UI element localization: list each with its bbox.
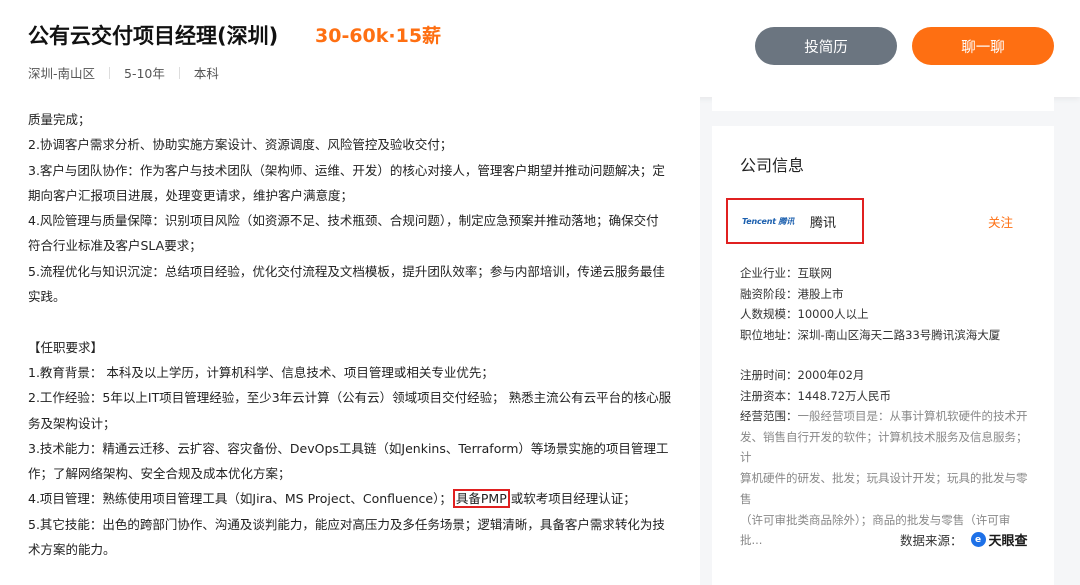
job-experience: 5-10年 [124, 66, 165, 81]
scope-line: 经营范围：一般经营项目是：从事计算机软硬件的技术开 [740, 406, 1030, 427]
scope-text: 一般经营项目是：从事计算机软硬件的技术开 [797, 409, 1028, 423]
company-info-card: 公司信息 Tencent 腾讯 腾讯 关注 企业行业：互联网 融资阶段：港股上市… [712, 126, 1054, 585]
jd-line: 术方案的能力。 [28, 542, 116, 558]
jd-line: 4.风险管理与质量保障：识别项目风险（如资源不足、技术瓶颈、合规问题），制定应急… [28, 213, 659, 229]
follow-button[interactable]: 关注 [988, 212, 1013, 231]
source-name: 天眼查 [988, 534, 1028, 549]
address-value: 深圳-南山区海天二路33号腾讯滨海大厦 [797, 328, 1001, 343]
scope-line: 算机硬件的研发、批发；玩具设计开发；玩具的批发与零售 [740, 471, 1028, 506]
jd-line: 实践。 [28, 289, 66, 305]
company-name[interactable]: 腾讯 [810, 212, 836, 231]
submit-resume-button[interactable]: 投简历 [755, 27, 897, 65]
jd-line: 5.其它技能：出色的跨部门协作、沟通及谈判能力，能应对高压力及多任务场景；逻辑清… [28, 516, 665, 532]
company-details: 企业行业：互联网 融资阶段：港股上市 人数规模：10000人以上 职位地址：深圳… [740, 263, 1030, 346]
capital-label: 注册资本： [740, 388, 798, 403]
jd-line: 符合行业标准及客户SLA要求； [28, 238, 202, 254]
jd-line: 3.客户与团队协作：作为客户与技术团队（架构师、运维、开发）的核心对接人，管理客… [28, 162, 665, 178]
reg-time-row: 注册时间：2000年02月 [740, 365, 1030, 386]
job-description: 质量完成； 2.协调客户需求分析、协助实施方案设计、资源调度、风险管控及验收交付… [28, 107, 672, 562]
registration-details: 注册时间：2000年02月 注册资本：1448.72万人民币 [740, 365, 1030, 406]
jd-line: 务及架构设计； [28, 415, 116, 431]
jd-line: 1.教育背景： 本科及以上学历，计算机科学、信息技术、项目管理或相关专业优先； [28, 364, 494, 380]
jd-line: 质量完成； [28, 112, 91, 127]
jd-text: 4.项目管理：熟练使用项目管理工具（如Jira、MS Project、Confl… [28, 491, 452, 507]
address-label: 职位地址： [740, 328, 798, 343]
size-value: 10000人以上 [797, 307, 869, 322]
job-header: 公有云交付项目经理(深圳) 30-60k·15薪 深圳-南山区 5-10年 本科… [0, 0, 1080, 97]
sidebar-card-top [712, 97, 1054, 111]
funding-value: 港股上市 [797, 286, 844, 301]
jd-line: 5.流程优化与知识沉淀：总结项目经验，优化交付流程及文档模板，提升团队效率；参与… [28, 263, 665, 279]
jd-text: 或软考项目经理认证； [510, 491, 636, 507]
job-description-panel: 质量完成； 2.协调客户需求分析、协助实施方案设计、资源调度、风险管控及验收交付… [0, 97, 700, 585]
source-label: 数据来源： [900, 533, 963, 548]
scope-line: 发、销售自行开发的软件；计算机技术服务及信息服务；计 [740, 429, 1028, 465]
size-label: 人数规模： [740, 307, 798, 322]
jd-line: 2.协调客户需求分析、协助实施方案设计、资源调度、风险管控及验收交付； [28, 137, 453, 153]
jd-line: 作；了解网络架构、安全合规及成本优化方案； [28, 466, 291, 482]
scope-label: 经营范围： [740, 409, 798, 423]
reg-time-value: 2000年02月 [797, 368, 865, 382]
funding-row: 融资阶段：港股上市 [740, 284, 1030, 305]
funding-label: 融资阶段： [740, 286, 798, 301]
jd-line: 4.项目管理：熟练使用项目管理工具（如Jira、MS Project、Confl… [28, 486, 668, 511]
jd-line: 3.技术能力：精通云迁移、云扩容、容灾备份、DevOps工具链（如Jenkins… [28, 440, 669, 456]
industry-label: 企业行业： [740, 266, 798, 280]
divider [178, 66, 180, 79]
requirements-heading: 【任职要求】 [28, 339, 104, 355]
size-row: 人数规模：10000人以上 [740, 304, 1030, 325]
job-title: 公有云交付项目经理(深圳) [28, 24, 279, 48]
jd-line: 期向客户汇报项目进展，处理变更请求，维护客户满意度； [28, 187, 354, 203]
jd-line: 2.工作经验：5年以上IT项目管理经验，至少3年云计算（公有云）领域项目交付经验… [28, 390, 672, 406]
salary: 30-60k·15薪 [315, 25, 442, 47]
industry-row: 企业行业：互联网 [740, 263, 1030, 284]
reg-time-label: 注册时间： [740, 368, 798, 382]
job-location: 深圳-南山区 [28, 66, 96, 81]
job-education: 本科 [193, 66, 219, 81]
address-row: 职位地址：深圳-南山区海天二路33号腾讯滨海大厦 [740, 325, 1030, 346]
company-brand[interactable]: Tencent 腾讯 腾讯 [726, 198, 864, 244]
industry-value: 互联网 [797, 266, 833, 280]
capital-row: 注册资本：1448.72万人民币 [740, 386, 1030, 407]
data-source: 数据来源： e 天眼查 [900, 530, 1028, 549]
company-info-heading: 公司信息 [740, 156, 805, 175]
tianyancha-link[interactable]: e 天眼查 [970, 530, 1028, 549]
tianyancha-icon: e [970, 532, 986, 547]
divider [109, 66, 111, 79]
tencent-logo: Tencent 腾讯 [742, 216, 795, 226]
chat-button[interactable]: 聊一聊 [912, 27, 1054, 65]
pmp-highlight: 具备PMP [452, 489, 510, 509]
capital-value: 1448.72万人民币 [797, 388, 892, 403]
job-meta: 深圳-南山区 5-10年 本科 [28, 63, 219, 82]
